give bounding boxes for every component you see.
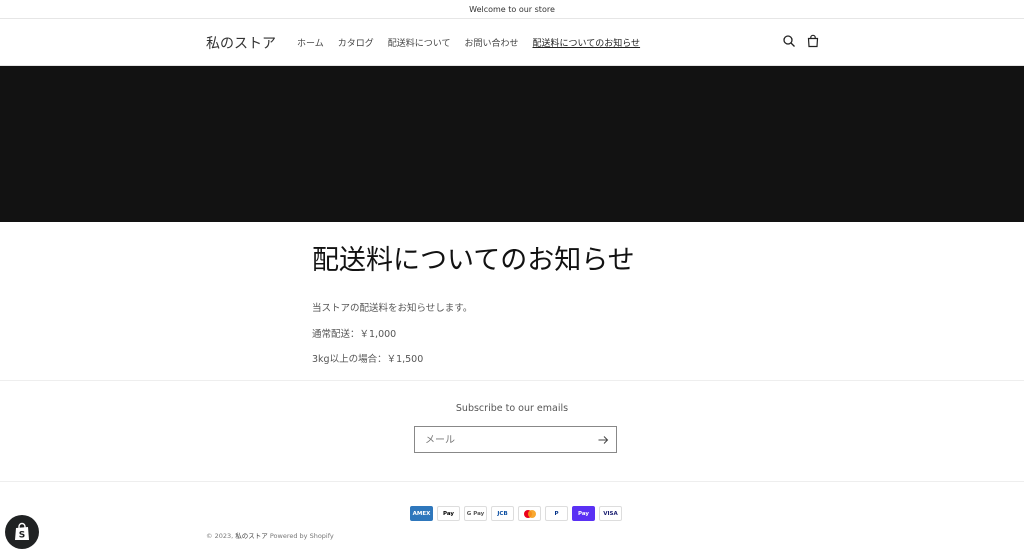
store-logo[interactable]: 私のストア (206, 33, 276, 53)
mastercard-circles (523, 509, 536, 518)
visa-icon: VISA (599, 506, 622, 521)
body-paragraph: 当ストアの配送料をお知らせします。 (312, 303, 473, 314)
paypal-icon: P (545, 506, 568, 521)
search-icon[interactable] (782, 34, 796, 48)
copyright-store-link[interactable]: 私のストア (235, 532, 268, 540)
page-title: 配送料についてのお知らせ (312, 245, 635, 276)
footer-divider (0, 481, 1024, 482)
site-header: 私のストア ホーム カタログ 配送料について お問い合わせ 配送料についてのお知… (0, 19, 1024, 66)
announcement-bar: Welcome to our store (0, 0, 1024, 19)
nav-item-shipping-notice[interactable]: 配送料についてのお知らせ (533, 36, 641, 49)
arrow-right-icon[interactable] (596, 433, 610, 447)
email-field[interactable] (425, 431, 595, 449)
shop-pay-icon: Pay (572, 506, 595, 521)
newsletter-form (414, 426, 617, 453)
svg-text:S: S (19, 531, 25, 541)
body-paragraph: 通常配送：￥1,000 (312, 329, 397, 340)
payment-icons: AMEX Pay G Pay JCB P Pay VISA (410, 506, 622, 521)
copyright-prefix: © 2023, (206, 532, 234, 540)
nav-item-contact[interactable]: お問い合わせ (464, 36, 518, 49)
body-paragraph: 3kg以上の場合：￥1,500 (312, 354, 424, 365)
powered-by-link[interactable]: Powered by Shopify (270, 532, 334, 540)
cart-icon[interactable] (806, 34, 820, 48)
nav-item-home[interactable]: ホーム (297, 36, 324, 49)
google-pay-icon: G Pay (464, 506, 487, 521)
announcement-text: Welcome to our store (469, 4, 555, 14)
jcb-icon: JCB (491, 506, 514, 521)
hero-banner (0, 66, 1024, 222)
section-divider (0, 380, 1024, 381)
nav-item-catalog[interactable]: カタログ (338, 36, 374, 49)
nav-item-shipping[interactable]: 配送料について (388, 36, 451, 49)
main-nav: ホーム カタログ 配送料について お問い合わせ 配送料についてのお知らせ (297, 36, 640, 49)
shopify-bag-icon: S (15, 522, 29, 541)
shopify-badge[interactable]: S (5, 515, 39, 549)
mastercard-icon (518, 506, 541, 521)
copyright: © 2023, 私のストア Powered by Shopify (206, 530, 334, 540)
apple-pay-icon: Pay (437, 506, 460, 521)
amex-icon: AMEX (410, 506, 433, 521)
newsletter-title: Subscribe to our emails (455, 403, 569, 414)
